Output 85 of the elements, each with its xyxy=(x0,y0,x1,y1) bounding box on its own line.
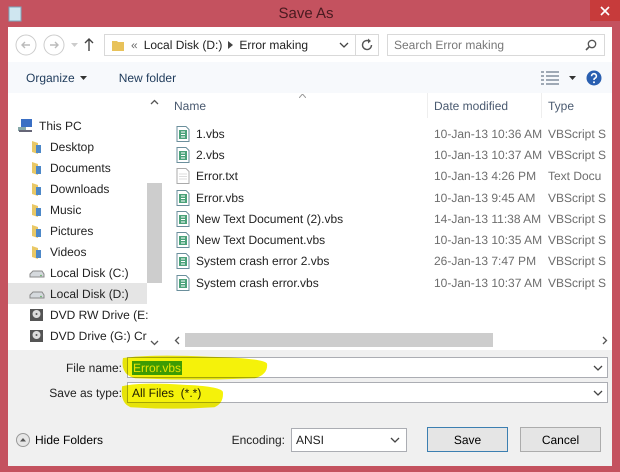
sidebar-item[interactable]: Videos xyxy=(8,241,147,262)
refresh-button[interactable] xyxy=(355,34,379,56)
sidebar-item[interactable]: Desktop xyxy=(8,136,147,157)
chevron-right-icon[interactable] xyxy=(602,336,608,344)
window-title: Save As xyxy=(277,5,335,22)
table-cell-text: VBScript S xyxy=(547,254,608,268)
sidebar-item[interactable]: DVD Drive (G:) Cr xyxy=(8,325,147,346)
script-file-icon xyxy=(176,232,190,248)
table-cell-text: VBScript S xyxy=(547,276,608,290)
computer-icon xyxy=(18,118,34,134)
search-icon xyxy=(585,38,597,50)
collapse-icon xyxy=(16,432,30,446)
chevron-down-icon xyxy=(390,436,400,442)
chevron-right-icon[interactable] xyxy=(228,40,234,48)
file-name[interactable]: Error.vbs xyxy=(196,190,244,205)
sidebar-item[interactable]: Music xyxy=(8,199,147,220)
sidebar-item[interactable]: Local Disk (C:) xyxy=(8,262,147,283)
script-file-icon xyxy=(176,274,190,291)
cancel-button[interactable]: Cancel xyxy=(520,427,601,452)
table-cell-text: 10-Jan-13 10:37 AM xyxy=(433,148,542,162)
file-name[interactable]: System crash error.vbs xyxy=(196,276,319,290)
scroll-thumb[interactable] xyxy=(185,333,493,347)
file-name[interactable]: 2.vbs xyxy=(196,148,225,162)
column-header[interactable]: Date modified xyxy=(428,93,542,118)
script-file-icon xyxy=(176,190,190,206)
menu-button[interactable]: Organize xyxy=(22,68,91,86)
table-cell-text: 10-Jan-13 9:45 AM xyxy=(433,190,536,205)
file-name[interactable]: System crash error 2.vbs xyxy=(196,254,330,268)
breadcrumb-item[interactable]: Local Disk (D:) xyxy=(144,38,222,52)
scroll-thumb[interactable] xyxy=(147,183,162,283)
details-view-icon[interactable] xyxy=(541,70,559,84)
window-icon xyxy=(8,6,22,22)
table-cell-text: 26-Jan-13 7:47 PM xyxy=(433,254,538,268)
table-cell-text: VBScript S xyxy=(547,190,608,205)
table-cell-text: VBScript S xyxy=(547,126,608,141)
script-file-icon xyxy=(176,210,190,227)
breadcrumb-item[interactable]: Error making xyxy=(239,38,308,52)
optical-drive-icon xyxy=(29,306,45,322)
chevron-down-icon[interactable] xyxy=(150,340,159,346)
field-label: Save as type: xyxy=(48,386,123,400)
table-cell-text: VBScript S xyxy=(547,148,608,162)
chevron-down-icon[interactable] xyxy=(339,42,349,48)
help-icon[interactable] xyxy=(586,70,602,86)
hide-folders-button[interactable]: Hide Folders xyxy=(16,432,104,446)
table-cell-text: Text Docu xyxy=(547,169,602,184)
sidebar-item[interactable]: This PC xyxy=(8,115,147,136)
caret-icon[interactable] xyxy=(569,76,576,80)
column-header[interactable]: Type xyxy=(542,93,612,118)
search-field[interactable]: Search Error making xyxy=(387,34,605,56)
up-arrow-icon[interactable] xyxy=(84,38,94,51)
field-label: File name: xyxy=(64,360,123,374)
table-cell-text: 10-Jan-13 10:36 AM xyxy=(433,126,542,141)
script-file-icon xyxy=(176,146,190,163)
chevron-left-icon[interactable] xyxy=(174,336,180,344)
sidebar-item[interactable]: Documents xyxy=(8,157,147,178)
field-label: Encoding: xyxy=(232,432,285,446)
sidebar-item[interactable]: Downloads xyxy=(8,178,147,199)
chevron-down-icon xyxy=(593,364,603,370)
close-icon[interactable] xyxy=(600,6,610,16)
toolbar-button[interactable]: New folder xyxy=(114,68,180,86)
column-header[interactable]: Name xyxy=(170,93,428,118)
text-file-icon xyxy=(176,168,190,184)
save-button[interactable]: Save xyxy=(427,427,508,452)
table-cell-text: VBScript S xyxy=(547,233,608,248)
chevron-down-icon xyxy=(593,390,603,396)
refresh-icon[interactable] xyxy=(360,38,374,52)
table-cell-text: 10-Jan-13 4:26 PM xyxy=(433,169,538,184)
script-file-icon xyxy=(176,253,190,270)
encoding-dropdown[interactable]: ANSI xyxy=(291,428,407,452)
overflow-chevron[interactable]: « xyxy=(131,38,138,52)
table-cell-text: 10-Jan-13 10:35 AM xyxy=(433,233,542,248)
table-cell-text: 14-Jan-13 11:38 AM xyxy=(433,212,542,226)
script-file-icon xyxy=(176,126,190,142)
file-name[interactable]: New Text Document (2).vbs xyxy=(196,212,344,226)
sidebar-item[interactable]: DVD RW Drive (E: xyxy=(8,304,147,325)
file-name[interactable]: 1.vbs xyxy=(196,126,225,141)
table-cell-text: VBScript S xyxy=(547,212,608,226)
chevron-up-icon[interactable] xyxy=(150,99,159,105)
table-cell-text: 10-Jan-13 10:37 AM xyxy=(433,276,542,290)
sidebar-item[interactable]: Local Disk (D:) xyxy=(8,283,147,304)
optical-drive-icon xyxy=(29,328,45,344)
file-name[interactable]: New Text Document.vbs xyxy=(196,233,326,248)
sidebar-item[interactable]: Pictures xyxy=(8,220,147,241)
file-name[interactable]: Error.txt xyxy=(196,169,238,184)
address-bar[interactable]: « Local Disk (D:) Error making xyxy=(104,34,356,56)
